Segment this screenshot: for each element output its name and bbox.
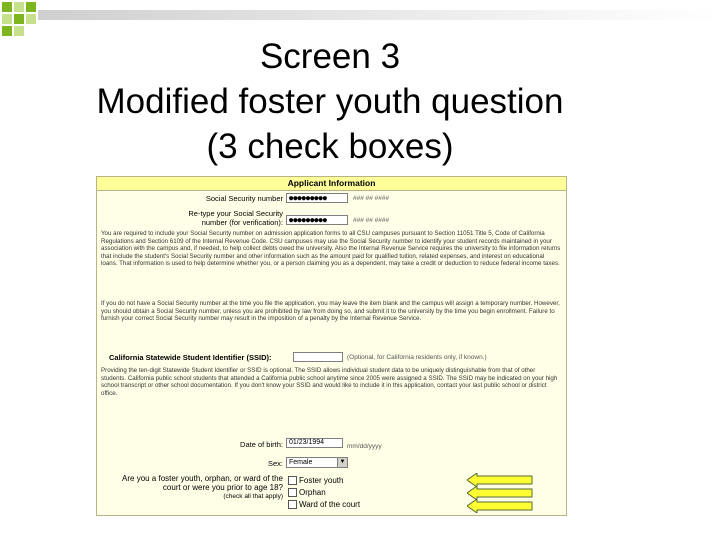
- title-line: (3 check boxes): [206, 127, 454, 166]
- dob-format-hint: mm/dd/yyyy: [347, 443, 382, 450]
- option-label: Foster youth: [299, 476, 344, 485]
- foster-question-line: Are you a foster youth, orphan, or ward …: [122, 474, 283, 483]
- ssn-confirm-label-line: number (for verification):: [201, 218, 283, 227]
- corner-square: [2, 14, 12, 24]
- option-label: Ward of the court: [299, 500, 361, 509]
- orphan-checkbox[interactable]: [288, 488, 297, 498]
- option-ward-of-court[interactable]: Ward of the court: [288, 500, 360, 511]
- ssn-format-hint: ### ## ####: [353, 195, 390, 202]
- section-header: Applicant Information: [97, 177, 566, 191]
- ssn-disclosure-text: You are required to include your Social …: [101, 230, 561, 268]
- foster-question-line: court or were you prior to age 18?: [162, 483, 283, 492]
- ssid-label: California Statewide Student Identifier …: [109, 353, 272, 362]
- highlight-arrow-icon: [467, 486, 533, 500]
- ward-of-court-checkbox[interactable]: [288, 500, 297, 510]
- sex-select-value: Female: [289, 459, 313, 466]
- foster-youth-checkbox[interactable]: [288, 476, 297, 486]
- ssn-confirm-label: Re-type your Social Security number (for…: [188, 209, 283, 227]
- highlight-arrow-icon: [467, 499, 533, 513]
- corner-square: [14, 2, 24, 12]
- check-all-note: (check all that apply): [223, 493, 283, 500]
- dob-input[interactable]: 01/23/1994: [286, 438, 343, 448]
- title-line: Screen 3: [259, 37, 401, 76]
- foster-youth-question: Are you a foster youth, orphan, or ward …: [103, 474, 283, 501]
- top-gradient-bar: [38, 10, 720, 20]
- corner-square: [14, 26, 24, 36]
- ssid-info-text: Providing the ten-digit Statewide Studen…: [101, 367, 558, 397]
- sex-select[interactable]: Female ▼: [286, 457, 348, 468]
- application-screenshot: Applicant Information Social Security nu…: [96, 176, 567, 516]
- chevron-down-icon[interactable]: ▼: [337, 458, 347, 467]
- ssn-confirm-format-hint: ### ## ####: [353, 217, 390, 224]
- ssn-input[interactable]: ●●●●●●●●●: [286, 193, 348, 203]
- title-line: Modified foster youth question: [96, 82, 564, 121]
- ssid-hint: (Optional, for California residents only…: [347, 354, 487, 361]
- option-foster-youth[interactable]: Foster youth: [288, 476, 343, 487]
- ssn-confirm-input[interactable]: ●●●●●●●●●: [286, 215, 348, 225]
- ssn-label: Social Security number: [205, 194, 283, 203]
- option-label: Orphan: [299, 488, 326, 497]
- corner-square: [2, 2, 12, 12]
- ssn-confirm-label-line: Re-type your Social Security: [188, 209, 283, 218]
- slide-title: Screen 3 Modified foster youth question …: [40, 34, 620, 169]
- option-orphan[interactable]: Orphan: [288, 488, 326, 499]
- sex-label: Sex:: [267, 459, 283, 468]
- corner-square: [14, 14, 24, 24]
- dob-label: Date of birth:: [240, 440, 283, 449]
- highlight-arrow-icon: [467, 473, 533, 487]
- ssid-input[interactable]: [293, 352, 343, 362]
- corner-square: [2, 26, 12, 36]
- corner-square: [26, 2, 36, 12]
- corner-square: [26, 14, 36, 24]
- no-ssn-text: If you do not have a Social Security num…: [101, 300, 560, 323]
